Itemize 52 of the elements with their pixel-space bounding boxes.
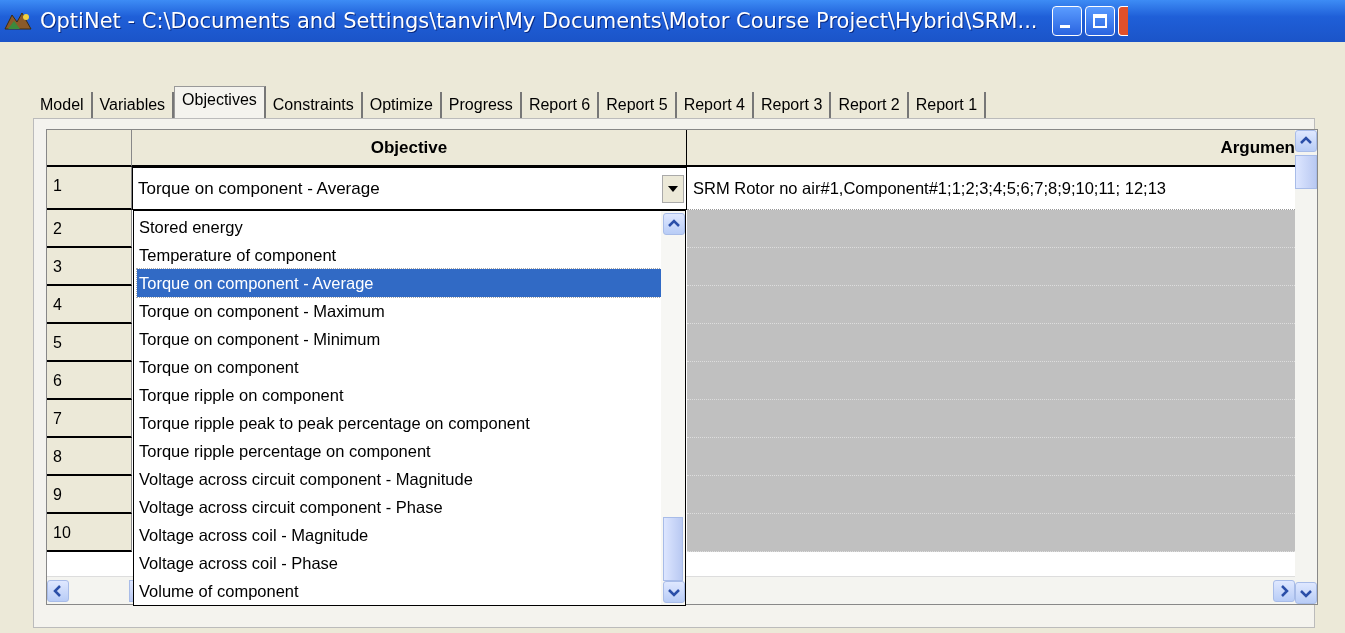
- minimize-icon: [1059, 24, 1070, 28]
- window-title: OptiNet - C:\Documents and Settings\tanvir\My Documents\Motor Course Project\Hybrid\SRM...: [40, 9, 1038, 33]
- chevron-icon: [53, 584, 63, 597]
- objective-dropdown[interactable]: Torque on component - Average: [132, 167, 687, 210]
- dropdown-item[interactable]: Torque on component - Maximum: [137, 297, 661, 325]
- chevron-icon: [668, 587, 680, 597]
- scroll-up-button[interactable]: [663, 213, 685, 235]
- row-number: 9: [47, 476, 132, 514]
- dropdown-item[interactable]: Torque on component - Minimum: [137, 325, 661, 353]
- dropdown-item[interactable]: Volume of component: [137, 577, 661, 605]
- dropdown-item[interactable]: Temperature of component: [137, 241, 661, 269]
- chevron-icon: [1300, 588, 1312, 598]
- scroll-thumb[interactable]: [1295, 155, 1317, 189]
- chevron-icon: [1300, 136, 1312, 146]
- row-number: 2: [47, 210, 132, 248]
- chevron-icon: [1279, 584, 1289, 597]
- vertical-scrollbar[interactable]: [661, 211, 685, 605]
- row-number: 4: [47, 286, 132, 324]
- row-number: 10: [47, 514, 132, 552]
- row-number: 6: [47, 362, 132, 400]
- vertical-scrollbar[interactable]: [1295, 130, 1317, 604]
- maximize-button[interactable]: [1084, 6, 1115, 36]
- scroll-up-button[interactable]: [1295, 130, 1317, 152]
- scroll-thumb[interactable]: [663, 517, 683, 581]
- column-header: Objective: [132, 130, 687, 167]
- dropdown-item[interactable]: Torque ripple percentage on component: [137, 437, 661, 465]
- close-button[interactable]: [1117, 6, 1128, 36]
- dropdown-item[interactable]: Voltage across circuit component - Magnitude: [137, 465, 661, 493]
- dropdown-item[interactable]: Stored energy: [137, 213, 661, 241]
- dropdown-item[interactable]: Voltage across coil - Phase: [137, 549, 661, 577]
- row-number: 1: [47, 167, 132, 210]
- scroll-right-button[interactable]: [1273, 579, 1295, 602]
- minimize-button[interactable]: [1051, 6, 1082, 36]
- dropdown-value: Torque on component - Average: [138, 178, 381, 199]
- dropdown-item[interactable]: Voltage across coil - Magnitude: [137, 521, 661, 549]
- dropdown-item[interactable]: Voltage across circuit component - Phase: [137, 493, 661, 521]
- dropdown-button[interactable]: [662, 174, 684, 203]
- row-number: 7: [47, 400, 132, 438]
- row-number: 3: [47, 248, 132, 286]
- scroll-down-button[interactable]: [663, 581, 685, 603]
- row-number: 8: [47, 438, 132, 476]
- row-number: 5: [47, 324, 132, 362]
- scroll-left-button[interactable]: [47, 579, 69, 602]
- chevron-icon: [668, 219, 680, 229]
- column-header: Argumen: [687, 130, 1295, 167]
- scroll-down-button[interactable]: [1295, 582, 1317, 604]
- tab[interactable]: Objectives: [174, 86, 266, 118]
- dropdown-item[interactable]: Torque on component: [137, 353, 661, 381]
- caret-icon: [668, 185, 678, 192]
- dropdown-item[interactable]: Torque ripple peak to peak percentage on component: [137, 409, 661, 437]
- dropdown-item[interactable]: Torque on component - Average: [137, 269, 661, 297]
- dropdown-item[interactable]: Torque ripple on component: [137, 381, 661, 409]
